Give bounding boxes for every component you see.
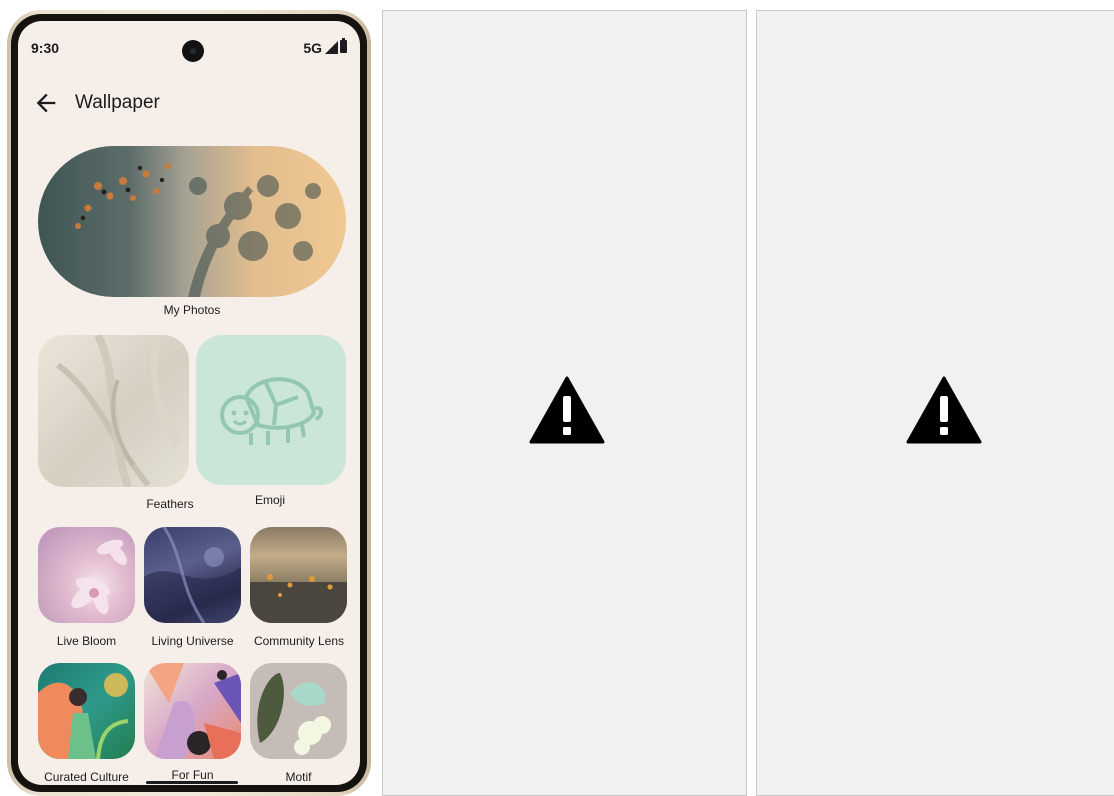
emoji-tile[interactable] (196, 335, 346, 485)
front-camera (182, 40, 204, 62)
warning-icon (906, 376, 982, 444)
motif-image (257, 673, 331, 755)
feathers-tile[interactable] (38, 335, 189, 487)
phone-screen: 9:30 5G Wallpaper My Photos Feathers Emo… (18, 21, 360, 785)
phone-bezel: 9:30 5G Wallpaper My Photos Feathers Emo… (11, 14, 367, 792)
network-type: 5G (303, 40, 322, 56)
motif-tile[interactable] (250, 663, 347, 759)
placeholder-panel-1 (382, 10, 747, 796)
living-universe-label: Living Universe (151, 634, 234, 648)
phone-frame: 9:30 5G Wallpaper My Photos Feathers Emo… (7, 10, 371, 796)
curated-culture-image (38, 673, 129, 759)
community-lens-tile[interactable] (250, 527, 347, 623)
turtle-icon (220, 377, 323, 445)
status-bar: 9:30 5G (18, 21, 360, 62)
for-fun-tile[interactable] (144, 663, 241, 759)
app-bar: Wallpaper (18, 87, 360, 123)
warning-icon (529, 376, 605, 444)
signal-icon (325, 41, 338, 54)
live-bloom-tile[interactable] (38, 527, 135, 623)
living-universe-image (144, 527, 241, 623)
motif-label: Motif (285, 770, 312, 784)
my-photos-image (75, 163, 321, 297)
page-title: Wallpaper (75, 92, 160, 113)
community-lens-image (250, 574, 347, 623)
curated-culture-tile[interactable] (38, 663, 135, 759)
status-time: 9:30 (31, 40, 60, 56)
for-fun-label: For Fun (171, 768, 214, 782)
emoji-label: Emoji (254, 493, 285, 507)
community-lens-label: Community Lens (253, 634, 345, 648)
selected-underline (146, 781, 238, 784)
for-fun-image (144, 663, 241, 759)
curated-culture-label: Curated Culture (44, 770, 129, 784)
living-universe-tile[interactable] (144, 527, 241, 623)
back-arrow-icon[interactable] (32, 89, 60, 117)
placeholder-panel-2 (756, 10, 1114, 796)
live-bloom-label: Live Bloom (56, 634, 117, 648)
feathers-image (56, 335, 181, 487)
battery-icon (340, 38, 347, 53)
my-photos-label: My Photos (163, 303, 221, 317)
live-bloom-image (71, 539, 127, 615)
my-photos-tile[interactable] (38, 146, 346, 297)
